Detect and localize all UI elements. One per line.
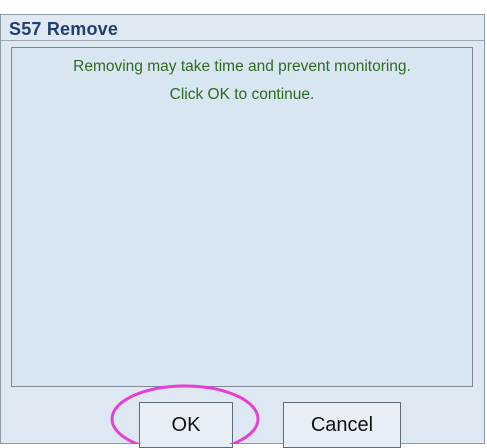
cancel-button[interactable]: Cancel [283, 402, 401, 448]
remove-dialog: S57 Remove Removing may take time and pr… [0, 14, 485, 448]
message-panel: Removing may take time and prevent monit… [11, 47, 473, 387]
title-bar: S57 Remove [1, 15, 484, 41]
message-line-2: Click OK to continue. [169, 86, 315, 103]
message-line-1: Removing may take time and prevent monit… [73, 58, 411, 75]
dialog-title: S57 Remove [9, 19, 119, 39]
ok-button[interactable]: OK [139, 402, 233, 448]
